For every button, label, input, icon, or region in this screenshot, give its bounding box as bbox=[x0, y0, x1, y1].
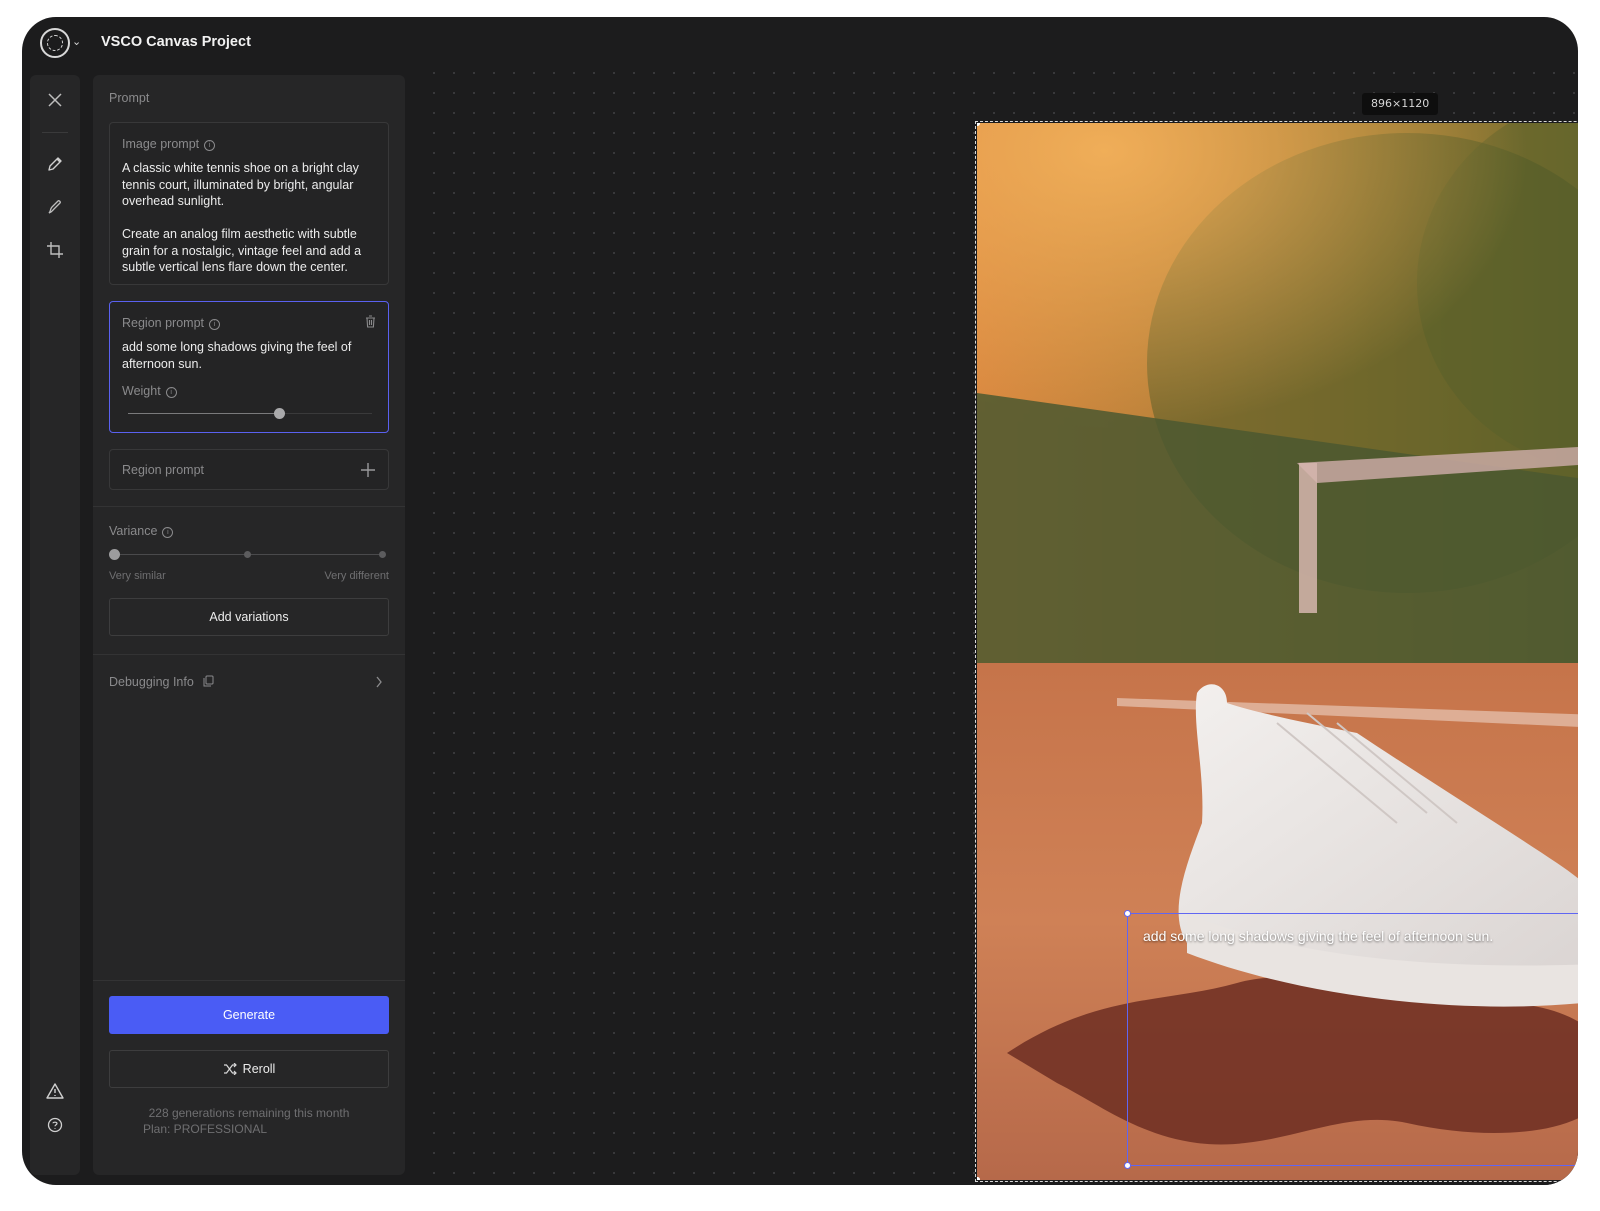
copy-icon[interactable] bbox=[203, 675, 214, 690]
section-divider bbox=[93, 654, 405, 655]
info-icon[interactable]: i bbox=[204, 140, 216, 151]
app-window: ⌄ VSCO Canvas Project Prompt Image promp… bbox=[22, 17, 1578, 1185]
rail-divider bbox=[42, 132, 68, 133]
variance-min-label: Very similar bbox=[109, 570, 166, 582]
variance-max-label: Very different bbox=[324, 570, 389, 582]
info-icon[interactable]: i bbox=[162, 527, 174, 538]
debugging-info-label[interactable]: Debugging Info bbox=[109, 675, 214, 690]
image-prompt-text[interactable]: A classic white tennis shoe on a bright … bbox=[122, 160, 376, 276]
brush-icon[interactable] bbox=[42, 194, 68, 220]
reroll-button[interactable]: Reroll bbox=[109, 1050, 389, 1088]
crop-icon[interactable] bbox=[42, 237, 68, 263]
trash-icon[interactable] bbox=[365, 315, 376, 333]
close-icon[interactable] bbox=[42, 87, 68, 113]
weight-slider-fill bbox=[128, 413, 280, 414]
shuffle-icon bbox=[223, 1063, 237, 1075]
variance-tick bbox=[244, 551, 251, 558]
reroll-label: Reroll bbox=[242, 1062, 276, 1076]
add-region-prompt-button[interactable]: Region prompt bbox=[109, 449, 389, 490]
warning-icon[interactable] bbox=[42, 1078, 68, 1104]
prompt-panel: Prompt Image prompt i A classic white ten… bbox=[93, 75, 405, 1175]
image-prompt-label-text: Image prompt bbox=[122, 137, 200, 151]
region-overlay-text: add some long shadows giving the feel of… bbox=[1143, 928, 1494, 944]
plus-icon[interactable] bbox=[360, 462, 376, 483]
weight-slider-knob[interactable] bbox=[273, 408, 285, 419]
debugging-info-text: Debugging Info bbox=[109, 675, 194, 689]
region-prompt-card[interactable]: Region prompt i add some long shadows giv… bbox=[109, 301, 389, 433]
chevron-down-icon[interactable]: ⌄ bbox=[72, 35, 81, 48]
weight-slider[interactable] bbox=[128, 408, 372, 420]
region-prompt-label: Region prompt i bbox=[122, 316, 220, 330]
help-icon[interactable] bbox=[42, 1112, 68, 1138]
variance-slider-knob[interactable] bbox=[109, 549, 120, 560]
canvas-area[interactable]: 896×1120 add some long shadows giving th… bbox=[418, 57, 1578, 1185]
info-icon[interactable]: i bbox=[209, 319, 220, 330]
variance-label-text: Variance bbox=[109, 524, 158, 538]
region-handle[interactable] bbox=[1124, 910, 1131, 917]
usage-line-1: 228 generations remaining this month bbox=[148, 1106, 350, 1120]
image-prompt-card[interactable]: Image prompt i A classic white tennis sho… bbox=[109, 122, 389, 285]
region-selection-box[interactable]: add some long shadows giving the feel of… bbox=[1124, 910, 1578, 1169]
section-divider bbox=[93, 506, 405, 507]
weight-label: Weight i bbox=[122, 384, 177, 398]
section-divider bbox=[93, 980, 405, 981]
vsco-logo-icon[interactable] bbox=[40, 28, 70, 58]
info-icon[interactable]: i bbox=[165, 387, 177, 398]
chevron-right-icon[interactable] bbox=[375, 675, 383, 693]
variance-label: Variance i bbox=[109, 524, 174, 538]
region-prompt-text[interactable]: add some long shadows giving the feel of… bbox=[122, 339, 376, 372]
variance-slider[interactable] bbox=[109, 549, 389, 561]
image-dimensions-badge: 896×1120 bbox=[1362, 93, 1439, 115]
project-title: VSCO Canvas Project bbox=[101, 34, 251, 50]
weight-label-text: Weight bbox=[122, 384, 161, 398]
selection-handle[interactable] bbox=[977, 1177, 980, 1180]
generate-button[interactable]: Generate bbox=[109, 996, 389, 1034]
prompt-section-label: Prompt bbox=[109, 91, 150, 105]
image-prompt-label: Image prompt i bbox=[122, 137, 216, 151]
tool-rail bbox=[30, 75, 80, 1175]
add-variations-button[interactable]: Add variations bbox=[109, 598, 389, 636]
pencil-icon[interactable] bbox=[42, 151, 68, 177]
variance-tick bbox=[379, 551, 386, 558]
region-prompt-label-text: Region prompt bbox=[122, 316, 204, 330]
region-handle[interactable] bbox=[1124, 1162, 1131, 1169]
plan-label: Plan: PROFESSIONAL bbox=[143, 1122, 268, 1136]
add-region-label: Region prompt bbox=[122, 463, 204, 477]
